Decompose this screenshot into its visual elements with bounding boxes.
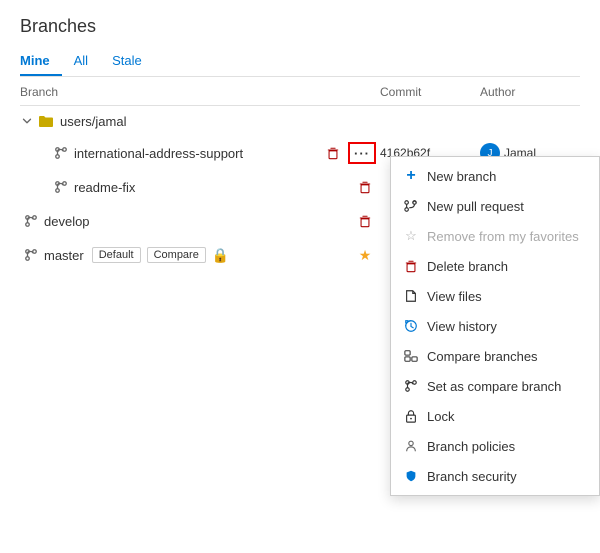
policies-icon (403, 438, 419, 454)
tab-stale[interactable]: Stale (112, 47, 154, 76)
delete-button[interactable] (354, 210, 376, 232)
menu-label: Lock (427, 409, 454, 424)
menu-label: Branch policies (427, 439, 515, 454)
lock-icon (403, 408, 419, 424)
menu-label: New pull request (427, 199, 524, 214)
pull-request-icon (403, 198, 419, 214)
compare-badge[interactable]: Compare (147, 247, 206, 263)
menu-item-branch-security[interactable]: Branch security (391, 461, 599, 491)
branch-actions: ··· (322, 142, 376, 164)
tab-mine[interactable]: Mine (20, 47, 62, 76)
delete-button[interactable] (354, 176, 376, 198)
history-icon (403, 318, 419, 334)
menu-item-new-pull-request[interactable]: New pull request (391, 191, 599, 221)
plus-icon: + (403, 168, 419, 184)
header-author: Author (480, 85, 580, 99)
delete-button[interactable] (322, 142, 344, 164)
menu-item-new-branch[interactable]: + New branch (391, 161, 599, 191)
set-compare-icon (403, 378, 419, 394)
menu-item-view-history[interactable]: View history (391, 311, 599, 341)
menu-label: Delete branch (427, 259, 508, 274)
more-options-button[interactable]: ··· (348, 142, 376, 164)
branch-actions (354, 176, 376, 198)
branch-name: readme-fix (74, 180, 135, 195)
branch-icon (24, 214, 38, 228)
menu-item-remove-favorites: ☆ Remove from my favorites (391, 221, 599, 251)
tab-all[interactable]: All (74, 47, 100, 76)
menu-item-delete-branch[interactable]: Delete branch (391, 251, 599, 281)
branch-icon (24, 248, 38, 262)
branch-actions: ★ (354, 244, 376, 266)
menu-item-set-compare[interactable]: Set as compare branch (391, 371, 599, 401)
tabs-container: Mine All Stale (20, 47, 580, 77)
menu-item-compare-branches[interactable]: Compare branches (391, 341, 599, 371)
security-icon (403, 468, 419, 484)
folder-icon (38, 113, 54, 129)
branch-group-row: users/jamal (20, 106, 580, 136)
file-icon (403, 288, 419, 304)
default-badge: Default (92, 247, 141, 263)
star-button[interactable]: ★ (354, 244, 376, 266)
branch-icon (54, 146, 68, 160)
branch-badges: Default Compare 🔒 (92, 247, 230, 264)
menu-label: Set as compare branch (427, 379, 561, 394)
table-header: Branch Commit Author (20, 77, 580, 106)
menu-label: View history (427, 319, 497, 334)
branch-icon (54, 180, 68, 194)
header-commit: Commit (380, 85, 480, 99)
menu-label: Compare branches (427, 349, 538, 364)
menu-item-view-files[interactable]: View files (391, 281, 599, 311)
branch-name: develop (44, 214, 90, 229)
menu-item-lock[interactable]: Lock (391, 401, 599, 431)
branch-actions (354, 210, 376, 232)
chevron-down-icon[interactable] (20, 114, 34, 128)
menu-item-branch-policies[interactable]: Branch policies (391, 431, 599, 461)
header-branch: Branch (20, 85, 380, 99)
branch-name: master (44, 248, 84, 263)
page-title: Branches (20, 16, 580, 37)
menu-label: View files (427, 289, 482, 304)
group-name: users/jamal (60, 114, 126, 129)
menu-label: Branch security (427, 469, 517, 484)
delete-icon (403, 258, 419, 274)
menu-label: New branch (427, 169, 496, 184)
lock-icon: 🔒 (212, 247, 229, 264)
context-menu: + New branch New pull request (390, 156, 600, 496)
branch-name: international-address-support (74, 146, 243, 161)
star-icon: ☆ (403, 228, 419, 244)
branch-row: international-address-support ··· 4162b6… (20, 136, 580, 170)
menu-label: Remove from my favorites (427, 229, 579, 244)
compare-icon (403, 348, 419, 364)
branches-table: Branch Commit Author users/jamal (20, 77, 580, 272)
